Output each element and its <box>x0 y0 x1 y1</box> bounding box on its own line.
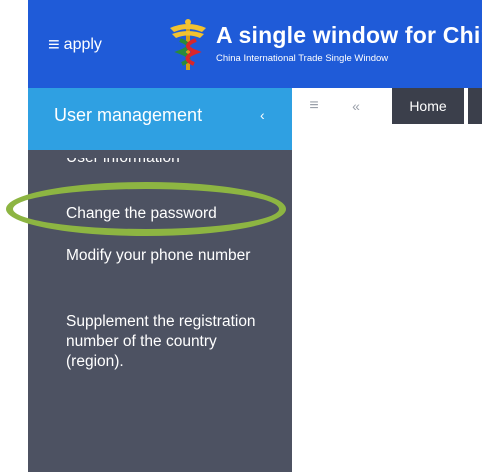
next-tab-edge[interactable] <box>468 88 482 124</box>
app-title: A single window for China <box>216 22 482 48</box>
sidebar: User management ‹ User information Chang… <box>28 88 292 472</box>
tab-home[interactable]: Home <box>392 88 464 124</box>
top-header: ≡ apply A single window for China China … <box>28 0 482 88</box>
sidebar-item-change-password[interactable]: Change the password <box>66 204 217 224</box>
apply-menu-button[interactable]: ≡ apply <box>48 31 102 59</box>
sidebar-item-supplement-registration[interactable]: Supplement the registration number of th… <box>66 312 266 372</box>
sidebar-section-label: User management <box>54 105 203 125</box>
app-subtitle: China International Trade Single Window <box>216 53 389 64</box>
single-window-logo-icon <box>170 19 206 70</box>
sidebar-item-label: User information <box>66 158 180 168</box>
sidebar-item-modify-phone[interactable]: Modify your phone number <box>66 246 266 266</box>
scroll-tabs-left-icon[interactable]: « <box>336 88 376 124</box>
main-content <box>292 124 482 472</box>
menu-toggle-icon[interactable]: ≡ <box>292 88 336 124</box>
sidebar-section-user-management[interactable]: User management ‹ <box>28 88 292 150</box>
sidebar-item-user-information[interactable]: User information <box>66 158 180 168</box>
tab-bar: ≡ « Home <box>292 88 482 124</box>
hamburger-icon: ≡ <box>48 34 60 56</box>
apply-label: apply <box>63 36 102 53</box>
collapse-chevron-icon[interactable]: ‹ <box>260 107 265 123</box>
